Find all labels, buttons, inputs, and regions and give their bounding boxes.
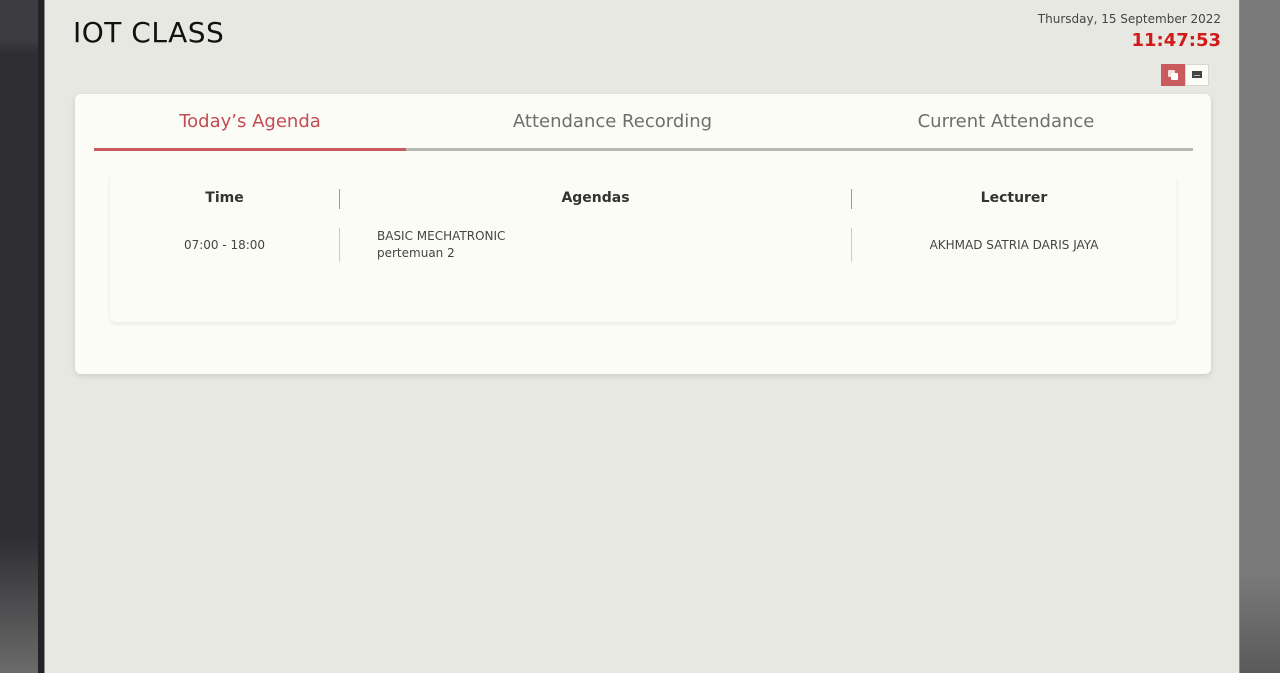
monitor-view-button[interactable] xyxy=(1185,64,1209,86)
table-row: 07:00 - 18:00 BASIC MECHATRONIC pertemua… xyxy=(110,228,1176,262)
row-divider xyxy=(851,228,852,262)
column-header-agendas: Agendas xyxy=(561,190,630,206)
tab-bar: Today’s Agenda Attendance Recording Curr… xyxy=(94,94,1193,151)
copy-view-button[interactable] xyxy=(1161,64,1185,86)
header-divider xyxy=(339,189,340,209)
row-time: 07:00 - 18:00 xyxy=(183,238,266,252)
tab-attendance-recording[interactable]: Attendance Recording xyxy=(406,94,819,151)
current-time: 11:47:53 xyxy=(1131,30,1221,51)
page-title: IOT CLASS xyxy=(73,16,225,49)
main-card: Today’s Agenda Attendance Recording Curr… xyxy=(75,94,1211,374)
background-left xyxy=(0,0,44,673)
tab-todays-agenda[interactable]: Today’s Agenda xyxy=(94,94,406,151)
header-divider xyxy=(851,189,852,209)
column-header-lecturer: Lecturer xyxy=(980,190,1048,206)
copy-icon xyxy=(1168,70,1178,80)
monitor-icon xyxy=(1192,71,1202,78)
column-header-time: Time xyxy=(205,190,244,206)
row-lecturer: AKHMAD SATRIA DARIS JAYA xyxy=(929,238,1099,252)
agenda-title: BASIC MECHATRONIC xyxy=(377,229,506,243)
app-window: IOT CLASS Thursday, 15 September 2022 11… xyxy=(44,0,1240,673)
agenda-subtitle: pertemuan 2 xyxy=(377,246,455,260)
current-date: Thursday, 15 September 2022 xyxy=(1037,12,1221,26)
agenda-table: Time Agendas Lecturer 07:00 - 18:00 BASI… xyxy=(110,174,1176,322)
background-right xyxy=(1240,0,1280,673)
row-divider xyxy=(339,228,340,262)
row-agenda: BASIC MECHATRONIC pertemuan 2 xyxy=(340,228,851,262)
tab-current-attendance[interactable]: Current Attendance xyxy=(819,94,1193,151)
view-toggle xyxy=(1161,64,1209,86)
